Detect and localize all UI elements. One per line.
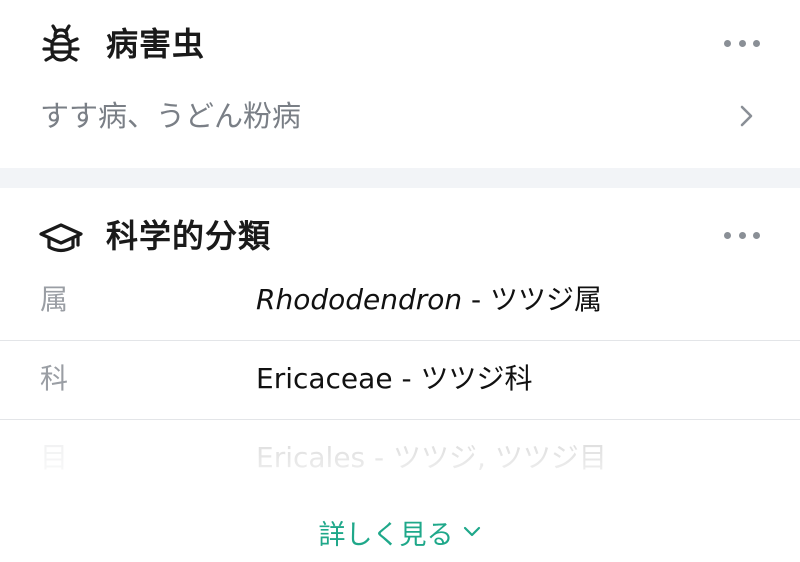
taxonomy-row-family: 科 Ericaceae - ツツジ科: [0, 341, 800, 420]
chevron-down-icon: [463, 526, 480, 537]
section-divider: [0, 168, 800, 188]
graduation-cap-icon: [39, 223, 83, 253]
more-dot-icon: [738, 231, 746, 239]
taxonomy-title: 科学的分類: [106, 217, 272, 255]
pests-header: 病害虫: [0, 14, 800, 74]
more-dot-icon: [724, 39, 731, 47]
common-name: - ツツジ属: [462, 283, 603, 316]
taxonomy-row-value: Ericales - ツツジ, ツツジ目: [256, 438, 607, 478]
taxonomy-row-order: 目 Ericales - ツツジ, ツツジ目: [0, 420, 800, 498]
taxonomy-row-label: 目: [40, 441, 69, 474]
taxonomy-row-value: Rhododendron - ツツジ属: [256, 280, 602, 320]
see-more-button[interactable]: 詳しく見る: [0, 510, 800, 554]
taxonomy-more-button[interactable]: [724, 230, 760, 240]
more-dot-icon: [753, 39, 760, 47]
scientific-name: Rhododendron: [256, 283, 463, 316]
taxonomy-row-value: Ericaceae - ツツジ科: [256, 359, 532, 399]
more-dot-icon: [738, 39, 746, 47]
taxonomy-row-label: 属: [40, 283, 69, 316]
taxonomy-header: 科学的分類: [0, 206, 800, 266]
taxonomy-row-label: 科: [40, 362, 69, 395]
pests-summary-text: すす病、うどん粉病: [40, 99, 302, 133]
chevron-right-icon: [740, 105, 753, 127]
pests-summary-row[interactable]: すす病、うどん粉病: [0, 86, 800, 146]
pests-title: 病害虫: [106, 25, 206, 63]
taxonomy-row-genus: 属 Rhododendron - ツツジ属: [0, 262, 800, 341]
taxonomy-table: 属 Rhododendron - ツツジ属 科 Ericaceae - ツツジ科…: [0, 262, 800, 498]
common-name: Ericaceae - ツツジ科: [256, 362, 533, 395]
more-dot-icon: [753, 231, 760, 239]
pests-section: 病害虫 すす病、うどん粉病: [0, 0, 800, 168]
more-dot-icon: [724, 231, 731, 239]
bug-icon: [42, 24, 80, 62]
common-name: Ericales - ツツジ, ツツジ目: [256, 441, 607, 474]
see-more-label: 詳しく見る: [318, 519, 454, 551]
taxonomy-section: 科学的分類 属 Rhododendron - ツツジ属 科 Ericaceae …: [0, 188, 800, 562]
pests-more-button[interactable]: [724, 38, 760, 48]
